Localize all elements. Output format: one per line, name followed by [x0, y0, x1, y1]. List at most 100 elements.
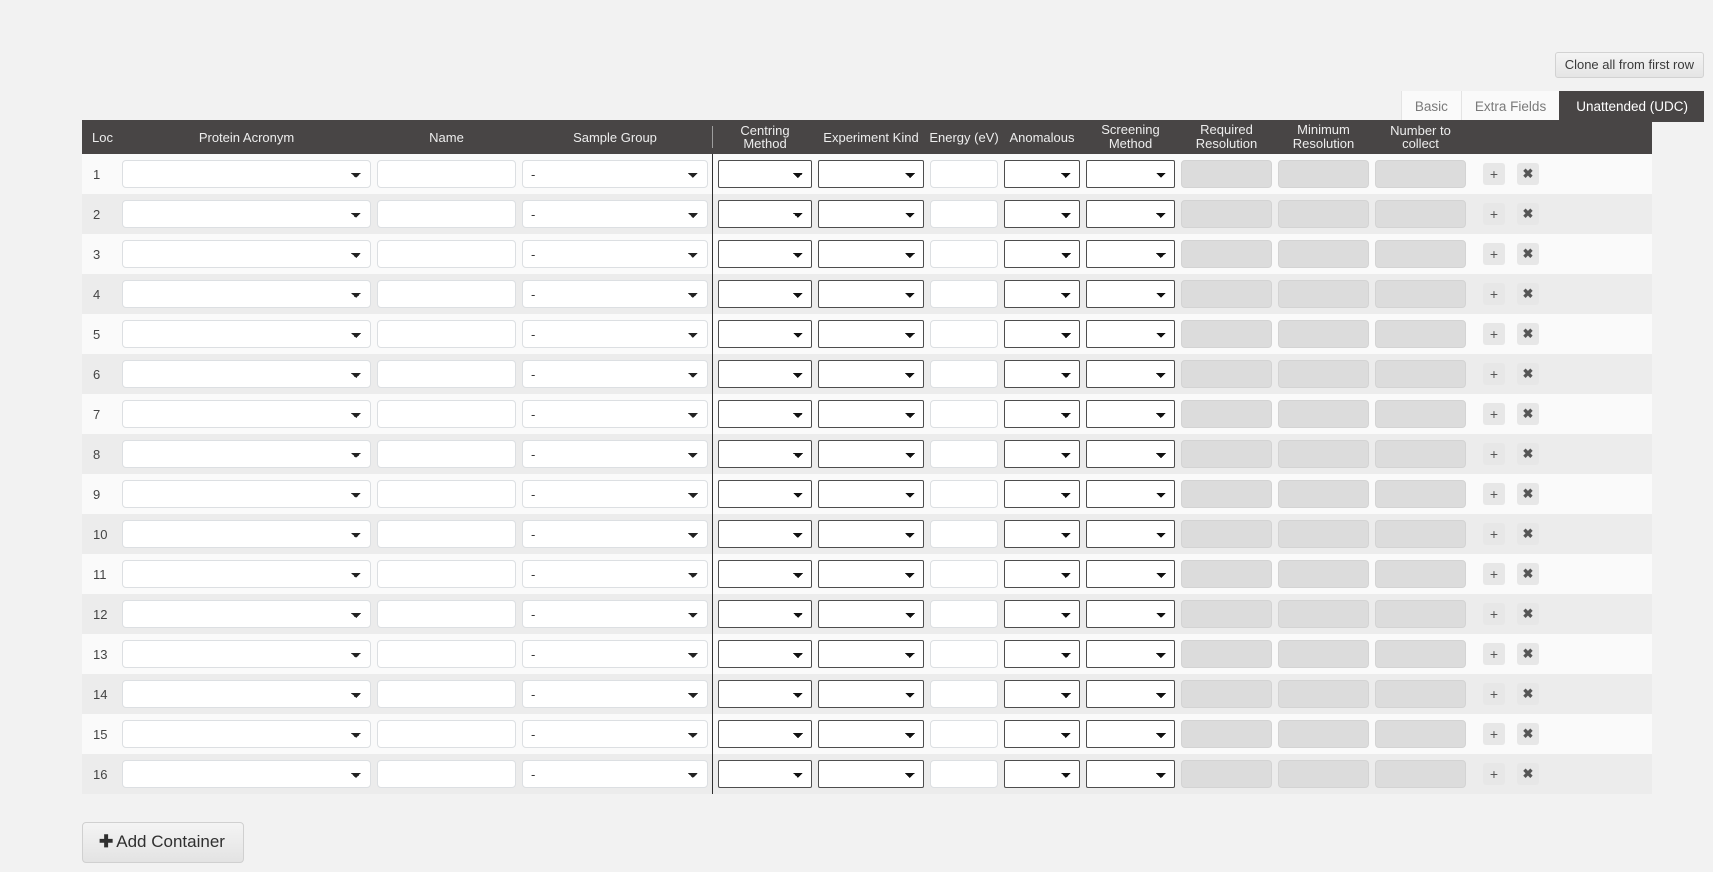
- add-row-button[interactable]: +: [1483, 203, 1505, 225]
- screening-method-select[interactable]: [1086, 520, 1175, 548]
- energy-input[interactable]: [930, 600, 998, 628]
- tab-extra-fields[interactable]: Extra Fields: [1460, 91, 1560, 122]
- energy-input[interactable]: [930, 480, 998, 508]
- protein-acronym-select[interactable]: [122, 720, 371, 748]
- remove-row-button[interactable]: ✖: [1517, 203, 1539, 225]
- name-input[interactable]: [377, 200, 516, 228]
- remove-row-button[interactable]: ✖: [1517, 363, 1539, 385]
- experiment-kind-select[interactable]: [818, 600, 924, 628]
- screening-method-select[interactable]: [1086, 440, 1175, 468]
- add-row-button[interactable]: +: [1483, 683, 1505, 705]
- screening-method-select[interactable]: [1086, 240, 1175, 268]
- anomalous-select[interactable]: [1004, 160, 1080, 188]
- anomalous-select[interactable]: [1004, 520, 1080, 548]
- experiment-kind-select[interactable]: [818, 760, 924, 788]
- sample-group-select[interactable]: -: [522, 200, 708, 228]
- experiment-kind-select[interactable]: [818, 680, 924, 708]
- sample-group-select[interactable]: -: [522, 560, 708, 588]
- screening-method-select[interactable]: [1086, 760, 1175, 788]
- sample-group-select[interactable]: -: [522, 160, 708, 188]
- centring-method-select[interactable]: [718, 440, 812, 468]
- remove-row-button[interactable]: ✖: [1517, 243, 1539, 265]
- remove-row-button[interactable]: ✖: [1517, 483, 1539, 505]
- remove-row-button[interactable]: ✖: [1517, 283, 1539, 305]
- remove-row-button[interactable]: ✖: [1517, 683, 1539, 705]
- centring-method-select[interactable]: [718, 600, 812, 628]
- protein-acronym-select[interactable]: [122, 360, 371, 388]
- remove-row-button[interactable]: ✖: [1517, 523, 1539, 545]
- anomalous-select[interactable]: [1004, 320, 1080, 348]
- centring-method-select[interactable]: [718, 520, 812, 548]
- experiment-kind-select[interactable]: [818, 480, 924, 508]
- experiment-kind-select[interactable]: [818, 640, 924, 668]
- energy-input[interactable]: [930, 720, 998, 748]
- screening-method-select[interactable]: [1086, 320, 1175, 348]
- add-row-button[interactable]: +: [1483, 483, 1505, 505]
- screening-method-select[interactable]: [1086, 640, 1175, 668]
- centring-method-select[interactable]: [718, 720, 812, 748]
- add-row-button[interactable]: +: [1483, 443, 1505, 465]
- centring-method-select[interactable]: [718, 240, 812, 268]
- name-input[interactable]: [377, 560, 516, 588]
- name-input[interactable]: [377, 680, 516, 708]
- experiment-kind-select[interactable]: [818, 320, 924, 348]
- anomalous-select[interactable]: [1004, 360, 1080, 388]
- sample-group-select[interactable]: -: [522, 360, 708, 388]
- name-input[interactable]: [377, 240, 516, 268]
- tab-basic[interactable]: Basic: [1400, 91, 1461, 122]
- name-input[interactable]: [377, 280, 516, 308]
- name-input[interactable]: [377, 320, 516, 348]
- add-row-button[interactable]: +: [1483, 603, 1505, 625]
- protein-acronym-select[interactable]: [122, 760, 371, 788]
- screening-method-select[interactable]: [1086, 360, 1175, 388]
- protein-acronym-select[interactable]: [122, 680, 371, 708]
- add-row-button[interactable]: +: [1483, 163, 1505, 185]
- anomalous-select[interactable]: [1004, 720, 1080, 748]
- sample-group-select[interactable]: -: [522, 320, 708, 348]
- anomalous-select[interactable]: [1004, 600, 1080, 628]
- centring-method-select[interactable]: [718, 200, 812, 228]
- centring-method-select[interactable]: [718, 280, 812, 308]
- centring-method-select[interactable]: [718, 360, 812, 388]
- protein-acronym-select[interactable]: [122, 160, 371, 188]
- protein-acronym-select[interactable]: [122, 560, 371, 588]
- energy-input[interactable]: [930, 400, 998, 428]
- name-input[interactable]: [377, 520, 516, 548]
- name-input[interactable]: [377, 400, 516, 428]
- experiment-kind-select[interactable]: [818, 400, 924, 428]
- experiment-kind-select[interactable]: [818, 240, 924, 268]
- tab-unattended-udc[interactable]: Unattended (UDC): [1559, 91, 1704, 122]
- anomalous-select[interactable]: [1004, 240, 1080, 268]
- remove-row-button[interactable]: ✖: [1517, 763, 1539, 785]
- name-input[interactable]: [377, 640, 516, 668]
- energy-input[interactable]: [930, 320, 998, 348]
- screening-method-select[interactable]: [1086, 480, 1175, 508]
- screening-method-select[interactable]: [1086, 600, 1175, 628]
- add-row-button[interactable]: +: [1483, 763, 1505, 785]
- protein-acronym-select[interactable]: [122, 480, 371, 508]
- sample-group-select[interactable]: -: [522, 280, 708, 308]
- name-input[interactable]: [377, 160, 516, 188]
- energy-input[interactable]: [930, 640, 998, 668]
- add-row-button[interactable]: +: [1483, 243, 1505, 265]
- name-input[interactable]: [377, 360, 516, 388]
- remove-row-button[interactable]: ✖: [1517, 443, 1539, 465]
- remove-row-button[interactable]: ✖: [1517, 323, 1539, 345]
- experiment-kind-select[interactable]: [818, 360, 924, 388]
- remove-row-button[interactable]: ✖: [1517, 163, 1539, 185]
- protein-acronym-select[interactable]: [122, 440, 371, 468]
- screening-method-select[interactable]: [1086, 400, 1175, 428]
- protein-acronym-select[interactable]: [122, 400, 371, 428]
- protein-acronym-select[interactable]: [122, 320, 371, 348]
- anomalous-select[interactable]: [1004, 640, 1080, 668]
- centring-method-select[interactable]: [718, 760, 812, 788]
- experiment-kind-select[interactable]: [818, 440, 924, 468]
- add-row-button[interactable]: +: [1483, 363, 1505, 385]
- centring-method-select[interactable]: [718, 680, 812, 708]
- centring-method-select[interactable]: [718, 400, 812, 428]
- screening-method-select[interactable]: [1086, 160, 1175, 188]
- energy-input[interactable]: [930, 560, 998, 588]
- sample-group-select[interactable]: -: [522, 600, 708, 628]
- add-row-button[interactable]: +: [1483, 323, 1505, 345]
- centring-method-select[interactable]: [718, 320, 812, 348]
